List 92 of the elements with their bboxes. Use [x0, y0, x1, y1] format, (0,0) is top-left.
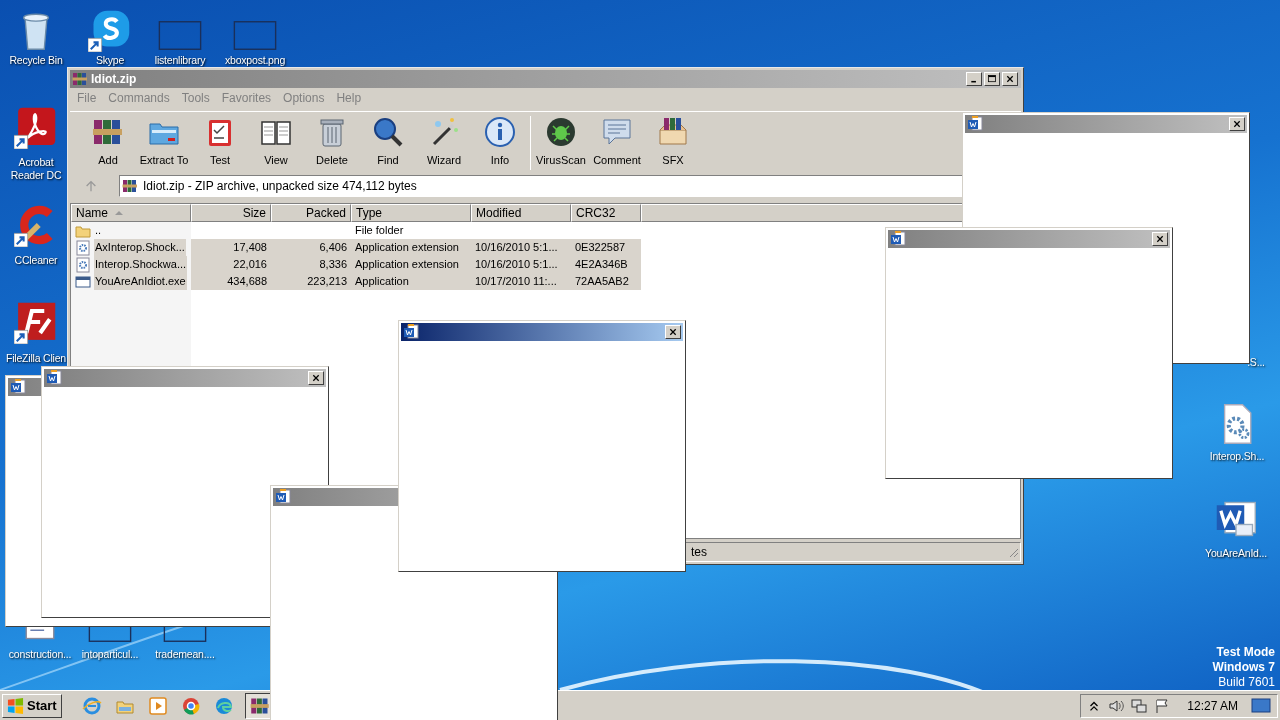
start-flag-icon: [7, 697, 24, 714]
maximize-icon: [986, 74, 998, 84]
table-cell-text: 434,688: [227, 274, 267, 290]
desktop-icon-label[interactable]: Acrobat Reader DC: [3, 156, 69, 182]
tricolor-circle-icon: [180, 695, 201, 716]
maximize-button[interactable]: [984, 72, 1000, 86]
os-notice-text: Test Mode: [1216, 645, 1275, 660]
table-cell-text: 0E322587: [575, 240, 626, 256]
word-document-icon: [10, 379, 26, 395]
info-icon: [484, 116, 516, 149]
table-cell-text: 10/17/2010 11:...: [475, 274, 557, 290]
toolbar-button[interactable]: Delete: [304, 116, 360, 169]
network-icon[interactable]: [1131, 697, 1148, 714]
browser-e-icon: [81, 695, 102, 716]
column-header[interactable]: Type: [351, 204, 471, 222]
toolbar-button[interactable]: Comment: [589, 116, 645, 169]
swirl-circle-icon: [213, 695, 234, 716]
table-cell-text: 72AA5AB2: [575, 274, 629, 290]
toolbar-button[interactable]: View: [248, 116, 304, 169]
toolbar-button[interactable]: Wizard: [416, 116, 472, 169]
up-arrow-icon: [84, 179, 98, 193]
column-header[interactable]: Modified: [471, 204, 571, 222]
books-icon: [122, 178, 138, 194]
volume-icon[interactable]: [1108, 697, 1125, 714]
column-header[interactable]: Size: [191, 204, 271, 222]
close-button[interactable]: [1002, 72, 1018, 86]
toolbar-button[interactable]: Extract To: [136, 116, 192, 169]
pdf-app-icon[interactable]: [14, 105, 58, 149]
close-button[interactable]: [308, 371, 324, 385]
desktop-icon-label[interactable]: Recycle Bin: [9, 54, 63, 67]
word-document-icon: [46, 370, 62, 386]
column-header[interactable]: Packed: [271, 204, 351, 222]
gear-document-icon: [75, 256, 91, 273]
desktop-icon-label[interactable]: YouAreAnId...: [1205, 547, 1267, 560]
column-header[interactable]: Name: [71, 204, 191, 222]
table-cell-text: File folder: [355, 223, 404, 239]
close-button[interactable]: [665, 325, 681, 339]
file-name[interactable]: AxInterop.Shock...: [94, 239, 186, 256]
desktop-icon-label[interactable]: xboxpost.png: [224, 54, 286, 67]
word-document-icon: [403, 324, 419, 340]
monitor-icon[interactable]: [1251, 697, 1271, 714]
close-icon: [1004, 74, 1016, 84]
table-cell-text: 223,213: [307, 274, 347, 290]
table-cell-text: 17,408: [233, 240, 267, 256]
close-icon: [310, 373, 322, 383]
word-document-icon: [967, 116, 983, 132]
bug-icon: [545, 116, 577, 149]
toolbar-button[interactable]: Test: [192, 116, 248, 169]
window-title: Idiot.zip: [91, 71, 137, 88]
table-cell-text: Application: [355, 274, 409, 290]
desktop-icon-label[interactable]: listenlibrary: [154, 54, 206, 67]
file-name[interactable]: YouAreAnIdiot.exe: [94, 273, 187, 290]
chat-app-icon[interactable]: [88, 8, 132, 52]
table-cell-text: 4E2A346B: [575, 257, 628, 273]
file-name[interactable]: Interop.Shockwa...: [94, 256, 188, 273]
flag-icon[interactable]: [1154, 697, 1171, 714]
start-button[interactable]: Start: [2, 693, 62, 718]
search-icon: [372, 116, 404, 149]
desktop-icon-label[interactable]: CCleaner: [14, 254, 58, 267]
toolbar-button[interactable]: VirusScan: [533, 116, 589, 169]
toolbar-button[interactable]: Find: [360, 116, 416, 169]
desktop-icon-label[interactable]: FileZilla Clien: [6, 352, 66, 365]
toolbar-button[interactable]: Add: [80, 116, 136, 169]
table-cell-text: 8,336: [319, 257, 347, 273]
table-cell-text: Application extension: [355, 257, 459, 273]
desktop-icon-label[interactable]: Skype: [95, 54, 125, 67]
table-cell-text: 6,406: [319, 240, 347, 256]
file-name[interactable]: ..: [94, 222, 103, 239]
application-window-icon: [75, 273, 91, 290]
word-document-icon: [890, 231, 906, 247]
os-notice-text: Windows 7: [1212, 660, 1275, 675]
gear-document-icon: [75, 239, 91, 256]
minimize-button[interactable]: [966, 72, 982, 86]
close-icon: [667, 327, 679, 337]
close-button[interactable]: [1229, 117, 1245, 131]
table-cell-text: 22,016: [233, 257, 267, 273]
os-notice-text: Build 7601: [1218, 675, 1275, 690]
word-document-icon: [275, 489, 291, 505]
table-cell-text: Application extension: [355, 240, 459, 256]
status-text: tes: [691, 544, 707, 561]
toolbar-button[interactable]: Info: [472, 116, 528, 169]
table-cell-text: 10/16/2010 5:1...: [475, 257, 558, 273]
close-icon: [1154, 234, 1166, 244]
play-icon: [147, 695, 168, 716]
column-header[interactable]: CRC32: [571, 204, 641, 222]
close-button[interactable]: [1152, 232, 1168, 246]
books-icon: [72, 71, 88, 87]
table-cell-text: 10/16/2010 5:1...: [475, 240, 558, 256]
toolbar-button[interactable]: SFX: [645, 116, 701, 169]
ftp-app-icon[interactable]: [14, 300, 58, 344]
clock-time[interactable]: 12:27 AM: [1187, 696, 1238, 715]
close-icon: [1231, 119, 1243, 129]
